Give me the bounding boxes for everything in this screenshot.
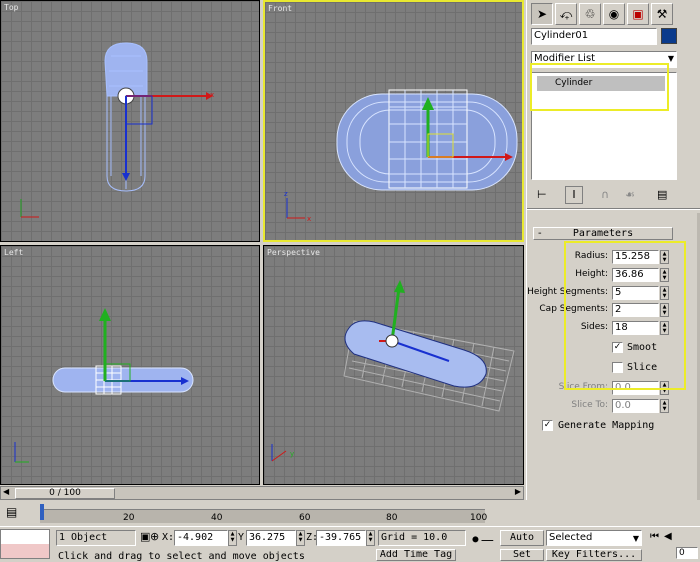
selection-count: 1 Object — [56, 530, 136, 546]
generate-mapping-checkbox[interactable]: ✓ — [542, 420, 553, 431]
key-set-value: Selected — [549, 532, 593, 543]
timeline-right-arrow-icon[interactable]: ▶ — [515, 487, 521, 496]
tick-label: 40 — [211, 513, 223, 523]
create-tab-icon[interactable]: ➤ — [531, 3, 553, 25]
x-label: X: — [162, 532, 175, 543]
make-unique-icon[interactable]: ∩ — [601, 188, 609, 201]
selection-lock-icon[interactable]: ▣ — [140, 530, 150, 543]
parameters-rollout-header[interactable]: - Parameters — [533, 227, 673, 240]
object-color-swatch[interactable] — [661, 28, 677, 44]
remove-modifier-icon[interactable]: ☙ — [625, 188, 635, 201]
prompt-line: Click and drag to select and move object… — [58, 551, 305, 562]
frame-counter[interactable]: 0 / 100 — [15, 488, 115, 499]
utilities-tab-icon[interactable]: ⚒ — [651, 3, 673, 25]
timeline-left-arrow-icon[interactable]: ◀ — [3, 487, 9, 496]
generate-mapping-label: Generate Mapping — [558, 420, 655, 431]
mini-curve-editor-icon[interactable]: ▤ — [6, 505, 17, 519]
key-filters-button[interactable]: Key Filters... — [546, 549, 642, 561]
configure-sets-icon[interactable]: ▤ — [657, 188, 667, 201]
left-view-wireframe — [14, 308, 194, 463]
perspective-view-wireframe: y — [271, 280, 515, 462]
separator — [527, 208, 700, 210]
viewport-front[interactable]: Front z x — [263, 0, 524, 242]
y-coordinate-field[interactable]: 36.275 — [246, 530, 296, 546]
key-set-dropdown[interactable]: Selected ▼ — [546, 530, 642, 546]
modifier-stack-highlight — [530, 63, 669, 111]
auto-key-button[interactable]: Auto Key — [500, 530, 544, 546]
tick-label: 80 — [386, 513, 398, 523]
x-coordinate-field[interactable]: -4.902 — [174, 530, 228, 546]
show-end-result-icon[interactable]: I — [565, 186, 583, 204]
front-view-wireframe: z x — [284, 89, 518, 223]
trackbar-ruler — [40, 504, 485, 523]
modify-tab-icon[interactable]: ⤽ — [555, 3, 577, 25]
trackbar[interactable]: ▤ 20 40 60 80 100 — [0, 501, 700, 525]
previous-frame-icon[interactable]: ◀ — [664, 531, 672, 542]
slice-to-spinner[interactable]: ▲ ▼ — [660, 399, 669, 413]
y-spinner[interactable]: ▲ ▼ — [296, 530, 305, 546]
display-tab-icon[interactable]: ▣ — [627, 3, 649, 25]
pin-stack-icon[interactable]: ⊢ — [537, 188, 547, 201]
x-spinner[interactable]: ▲ ▼ — [228, 530, 237, 546]
viewport-left[interactable]: Left — [0, 245, 260, 485]
current-frame-field[interactable]: 0 — [676, 547, 698, 559]
z-coordinate-field[interactable]: -39.765 — [316, 530, 366, 546]
slice-to-field[interactable]: 0.0 — [612, 399, 659, 413]
grid-readout: Grid = 10.0 — [378, 530, 466, 546]
time-marker[interactable] — [40, 504, 44, 520]
stack-toolbar: ⊢ I ∩ ☙ ▤ — [531, 186, 677, 204]
tick-label: 60 — [299, 513, 311, 523]
z-spinner[interactable]: ▲ ▼ — [366, 530, 375, 546]
go-to-start-icon[interactable]: ⏮ — [650, 531, 659, 542]
absolute-mode-icon[interactable]: ⊕ — [150, 530, 159, 543]
status-bar: 1 Object ▣ ⊕ X: -4.902 ▲ ▼ Y: 36.275 ▲ ▼ Z… — [0, 526, 700, 562]
add-time-tag-button[interactable]: Add Time Tag — [376, 549, 456, 561]
top-view-wireframe: x — [20, 42, 214, 218]
hierarchy-tab-icon[interactable]: ♲ — [579, 3, 601, 25]
rollout-title: Parameters — [572, 228, 634, 239]
svg-text:y: y — [290, 450, 294, 458]
motion-tab-icon[interactable]: ◉ — [603, 3, 625, 25]
maxscript-listener[interactable] — [0, 529, 50, 559]
time-slider[interactable]: ◀ 0 / 100 ▶ — [0, 486, 524, 500]
svg-text:x: x — [307, 215, 311, 223]
key-mode-icon[interactable]: ⚫— — [470, 533, 494, 548]
slice-to-label: Slice To: — [571, 400, 608, 410]
parameters-highlight — [564, 241, 686, 390]
viewport-top[interactable]: Top x — [0, 0, 260, 242]
object-name-field[interactable]: Cylinder01 — [531, 28, 657, 45]
tick-label: 20 — [123, 513, 135, 523]
tick-label: 100 — [470, 513, 488, 523]
chevron-down-icon: ▼ — [632, 534, 639, 543]
svg-text:z: z — [284, 190, 288, 198]
rollout-collapse-toggle: - — [538, 228, 542, 239]
set-key-button[interactable]: Set Key — [500, 549, 544, 561]
viewport-perspective[interactable]: Perspective y — [263, 245, 524, 485]
axis-x-label: x — [210, 91, 214, 99]
